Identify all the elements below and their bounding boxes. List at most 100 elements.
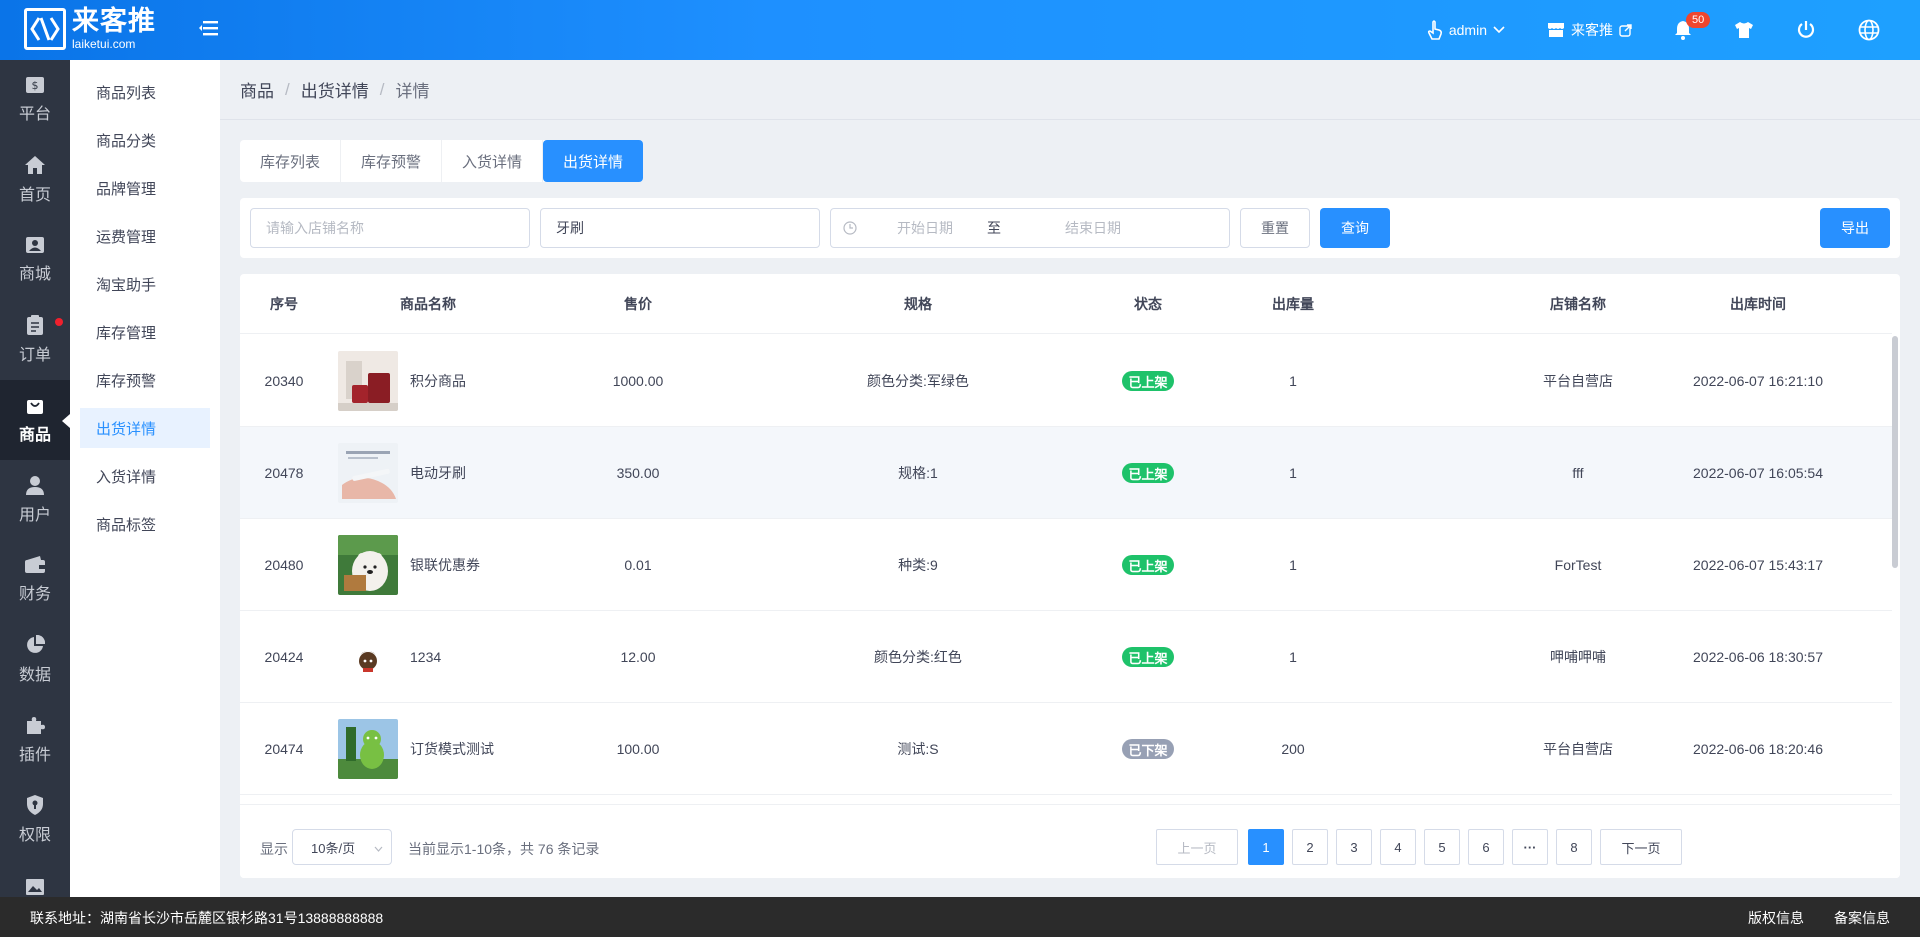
col-price: 售价 [624,296,652,312]
logout-button[interactable] [1778,0,1840,60]
row-status: 已上架 [1088,335,1208,427]
tab-stock-warning[interactable]: 库存预警 [341,140,443,182]
store-link[interactable]: 来客推 [1529,0,1656,60]
copyright-link[interactable]: 版权信息 [1748,908,1804,928]
breadcrumb-current: 详情 [395,82,430,101]
filter-bar: 请输入店铺名称 牙刷 开始日期 至 结束日期 重置 查询 导出 [240,198,1900,258]
export-button[interactable]: 导出 [1820,208,1890,248]
subnav-brand[interactable]: 品牌管理 [80,168,210,208]
breadcrumb-item[interactable]: 出货详情 [301,77,369,102]
start-date-input[interactable]: 开始日期 [897,218,987,238]
subnav-outbound-detail[interactable]: 出货详情 [80,408,210,448]
nav-orders[interactable]: 订单 [0,300,70,380]
nav-label: 商城 [18,266,51,283]
col-product-name: 商品名称 [400,296,456,312]
svg-text:$: $ [32,79,39,92]
next-page-button[interactable]: 下一页 [1600,829,1682,865]
logo-mark-icon [24,8,66,50]
table-row: 20478 电动牙刷 350.00 规格:1 已上架 1 fff 2022-06… [240,427,1892,519]
nav-data[interactable]: 数据 [0,620,70,700]
store-name-input[interactable]: 请输入店铺名称 [250,208,530,248]
nav-finance[interactable]: 财务 [0,540,70,620]
row-product[interactable]: 订货模式测试 [338,703,538,795]
footer: 联系地址：湖南省长沙市岳麓区银杉路31号13888888888 版权信息 备案信… [0,897,1920,937]
nav-platform[interactable]: $ 平台 [0,60,70,140]
notifications-button[interactable]: 50 [1656,0,1716,60]
status-badge: 已上架 [1122,371,1174,391]
date-range-picker[interactable]: 开始日期 至 结束日期 [830,208,1230,248]
tab-outbound-detail[interactable]: 出货详情 [543,140,644,182]
table-row: 20340 积分商品 1000.00 颜色分类:军绿色 已上架 1 平台自营店 … [240,335,1892,427]
icp-link[interactable]: 备案信息 [1834,908,1890,928]
row-spec: 测试:S [897,741,939,757]
logo[interactable]: 来客推 laiketui.com [24,8,156,50]
col-status: 状态 [1134,296,1162,312]
product-name: 电动牙刷 [410,465,466,481]
table-scrollbar[interactable] [1892,336,1898,568]
subnav-product-list[interactable]: 商品列表 [80,72,210,112]
row-id: 20424 [264,649,304,665]
nav-mall[interactable]: 商城 [0,220,70,300]
table-row: 20424 1234 12.00 颜色分类:红色 已上架 1 呷哺呷哺 2022… [240,611,1892,703]
status-badge: 已上架 [1122,463,1174,483]
subnav-inventory[interactable]: 库存管理 [80,312,210,352]
page-8[interactable]: 8 [1556,829,1592,865]
status-badge: 已上架 [1122,647,1174,667]
prev-page-button[interactable]: 上一页 [1156,829,1238,865]
row-price: 350.00 [616,465,660,481]
nav-home[interactable]: 首页 [0,140,70,220]
table-row: 20474 订货模式测试 100.00 测试:S 已下架 200 平台自营店 2… [240,703,1892,795]
nav-products[interactable]: 商品 [0,380,70,460]
row-product[interactable]: 1234 [338,611,538,703]
subnav-shipping-fee[interactable]: 运费管理 [80,216,210,256]
row-product[interactable]: 电动牙刷 [338,427,538,519]
menu-toggle-icon[interactable] [199,18,221,40]
nav-plugins[interactable]: 插件 [0,700,70,780]
page-1[interactable]: 1 [1248,829,1284,865]
row-price: 0.01 [624,557,652,573]
product-thumbnail [338,443,398,503]
row-spec: 种类:9 [898,557,938,573]
row-time: 2022-06-06 18:20:46 [1693,741,1823,757]
tab-inventory-list[interactable]: 库存列表 [240,140,342,182]
row-time: 2022-06-06 18:30:57 [1693,649,1823,665]
row-price: 12.00 [620,649,656,665]
col-quantity: 出库量 [1272,296,1314,312]
reset-button[interactable]: 重置 [1240,208,1310,248]
user-menu[interactable]: admin [1409,0,1529,60]
keyword-input[interactable]: 牙刷 [540,208,820,248]
page-3[interactable]: 3 [1336,829,1372,865]
page-6[interactable]: 6 [1468,829,1504,865]
page-5[interactable]: 5 [1424,829,1460,865]
username: admin [1448,22,1487,38]
row-product[interactable]: 积分商品 [338,335,538,427]
image-icon [26,879,44,895]
subnav-taobao-helper[interactable]: 淘宝助手 [80,264,210,304]
nav-users[interactable]: 用户 [0,460,70,540]
page-ellipsis[interactable]: ··· [1512,829,1548,865]
row-product[interactable]: 银联优惠券 [338,519,538,611]
language-button[interactable] [1840,0,1920,60]
nav-permissions[interactable]: 权限 [0,780,70,860]
theme-button[interactable] [1716,0,1778,60]
power-icon [1797,21,1815,38]
tab-inbound-detail[interactable]: 入货详情 [442,140,544,182]
row-status: 已上架 [1088,427,1208,519]
nav-label: 订单 [18,347,51,364]
subnav-product-category[interactable]: 商品分类 [80,120,210,160]
row-spec: 颜色分类:军绿色 [867,373,969,389]
breadcrumb-item[interactable]: 商品 [240,77,274,102]
col-time: 出库时间 [1730,296,1786,312]
query-button[interactable]: 查询 [1320,208,1390,248]
nav-label: 数据 [18,667,51,684]
subnav-stock-warning[interactable]: 库存预警 [80,360,210,400]
row-quantity: 1 [1289,557,1297,573]
subnav-product-tags[interactable]: 商品标签 [80,504,210,544]
subnav-inbound-detail[interactable]: 入货详情 [80,456,210,496]
page-4[interactable]: 4 [1380,829,1416,865]
page-2[interactable]: 2 [1292,829,1328,865]
end-date-input[interactable]: 结束日期 [1065,218,1121,238]
page-size-select[interactable]: 10条/页 [292,829,392,865]
nav-label: 财务 [18,586,51,603]
nav-more[interactable] [0,860,70,897]
